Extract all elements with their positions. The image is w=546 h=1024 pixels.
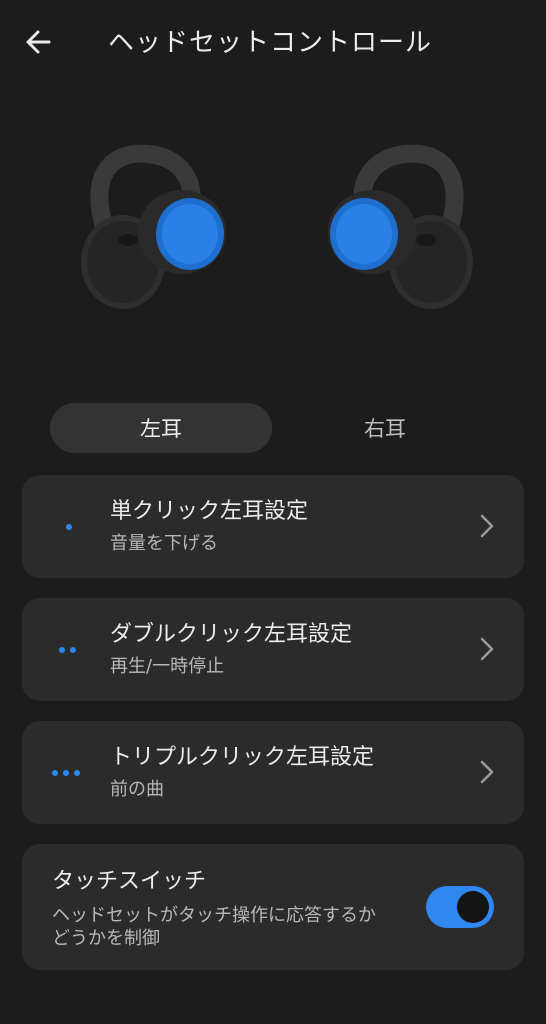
left-earbud-image: [78, 140, 238, 320]
touch-switch-description: ヘッドセットがタッチ操作に応答するかどうかを制御: [52, 905, 376, 949]
arrow-left-icon: [26, 30, 51, 54]
setting-title: ダブルクリック左耳設定: [110, 622, 353, 647]
setting-title: 単クリック左耳設定: [110, 499, 309, 524]
touch-switch-toggle[interactable]: [426, 886, 494, 928]
touch-switch-card: タッチスイッチ ヘッドセットがタッチ操作に応答するかどうかを制御: [22, 844, 524, 970]
triple-dot-icon: [52, 721, 80, 824]
double-click-setting[interactable]: ダブルクリック左耳設定 再生/一時停止: [22, 598, 524, 701]
earbuds-illustration: [0, 140, 546, 320]
tab-left-ear[interactable]: 左耳: [50, 403, 272, 453]
app-header: ヘッドセットコントロール: [0, 0, 546, 88]
right-earbud-image: [316, 140, 476, 320]
setting-value: 前の曲: [110, 779, 164, 800]
touch-switch-title: タッチスイッチ: [52, 869, 207, 894]
chevron-right-icon: [480, 760, 494, 784]
single-dot-icon: [66, 475, 72, 578]
tab-right-ear[interactable]: 右耳: [274, 403, 496, 453]
chevron-right-icon: [480, 514, 494, 538]
setting-title: トリプルクリック左耳設定: [110, 745, 375, 770]
ear-selector: 左耳 右耳: [50, 403, 496, 453]
single-click-setting[interactable]: 単クリック左耳設定 音量を下げる: [22, 475, 524, 578]
setting-value: 音量を下げる: [110, 533, 218, 554]
chevron-right-icon: [480, 637, 494, 661]
page-title: ヘッドセットコントロール: [108, 28, 433, 58]
back-button[interactable]: [20, 24, 56, 60]
double-dot-icon: [59, 598, 76, 701]
triple-click-setting[interactable]: トリプルクリック左耳設定 前の曲: [22, 721, 524, 824]
toggle-knob: [457, 891, 489, 923]
setting-value: 再生/一時停止: [110, 656, 225, 677]
